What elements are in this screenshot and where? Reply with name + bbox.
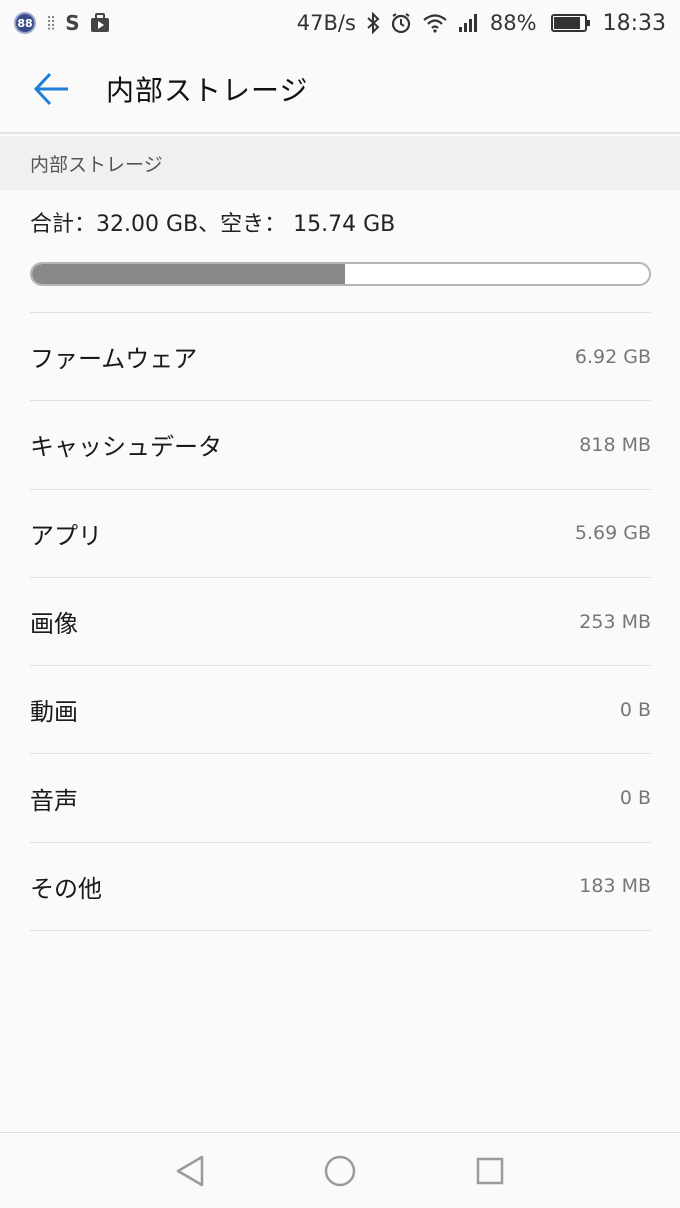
- list-item-video[interactable]: 動画 0 B: [30, 666, 651, 755]
- circle-home-icon: [324, 1155, 356, 1186]
- item-label: その他: [30, 874, 102, 903]
- s-app-icon: S: [65, 11, 80, 35]
- item-label: ファームウェア: [30, 345, 198, 374]
- item-value: 0 B: [619, 698, 651, 721]
- notification-badge-icon: 88: [14, 12, 36, 34]
- nav-recents-button[interactable]: [415, 1133, 565, 1208]
- status-bar-left: 88 ⣿ S: [14, 11, 110, 35]
- list-item-other[interactable]: その他 183 MB: [30, 843, 651, 932]
- item-value: 253 MB: [579, 610, 651, 633]
- battery-percent: 88%: [489, 11, 537, 35]
- back-button[interactable]: [22, 59, 82, 119]
- storage-usage-fill: [32, 264, 346, 284]
- page-title: 内部ストレージ: [106, 74, 309, 107]
- net-speed: 47B/s: [296, 11, 356, 35]
- item-label: 画像: [30, 610, 78, 639]
- list-item-audio[interactable]: 音声 0 B: [30, 754, 651, 843]
- wifi-icon: [423, 14, 447, 33]
- clock: 18:33: [602, 10, 666, 36]
- item-label: キャッシュデータ: [30, 433, 222, 462]
- storage-category-list: ファームウェア 6.92 GB キャッシュデータ 818 MB アプリ 5.69…: [30, 312, 651, 932]
- nav-back-button[interactable]: [115, 1133, 265, 1208]
- item-label: 音声: [30, 786, 78, 815]
- item-label: 動画: [30, 698, 78, 727]
- item-value: 818 MB: [579, 433, 651, 456]
- status-bar-right: 47B/s 88% 18:33: [297, 11, 666, 36]
- item-label: アプリ: [30, 521, 102, 550]
- bluetooth-icon: [367, 12, 380, 34]
- back-arrow-icon: [33, 72, 68, 106]
- navigation-bar: [0, 1132, 680, 1208]
- section-header: 内部ストレージ: [0, 136, 680, 190]
- toolbar: 内部ストレージ: [0, 46, 680, 134]
- square-recents-icon: [476, 1157, 504, 1184]
- list-item-cache[interactable]: キャッシュデータ 818 MB: [30, 401, 651, 490]
- nav-home-button[interactable]: [265, 1133, 415, 1208]
- list-item-images[interactable]: 画像 253 MB: [30, 578, 651, 667]
- list-item-firmware[interactable]: ファームウェア 6.92 GB: [30, 313, 651, 402]
- usb-icon: ⣿: [46, 15, 56, 31]
- battery-level-fill: [553, 17, 580, 29]
- battery-icon: [550, 14, 590, 32]
- item-value: 0 B: [619, 787, 651, 810]
- triangle-back-icon: [176, 1155, 204, 1186]
- signal-icon: [458, 14, 477, 32]
- storage-usage-bar: [30, 262, 651, 286]
- status-bar: 88 ⣿ S 47B/s 88% 18:33: [0, 0, 680, 46]
- video-bag-icon: [90, 13, 109, 32]
- item-value: 6.92 GB: [574, 345, 651, 368]
- list-item-apps[interactable]: アプリ 5.69 GB: [30, 490, 651, 578]
- item-value: 183 MB: [579, 875, 651, 898]
- item-value: 5.69 GB: [574, 522, 651, 545]
- alarm-icon: [391, 13, 411, 34]
- storage-summary: 合計：32.00 GB、空き： 15.74 GB: [30, 212, 396, 237]
